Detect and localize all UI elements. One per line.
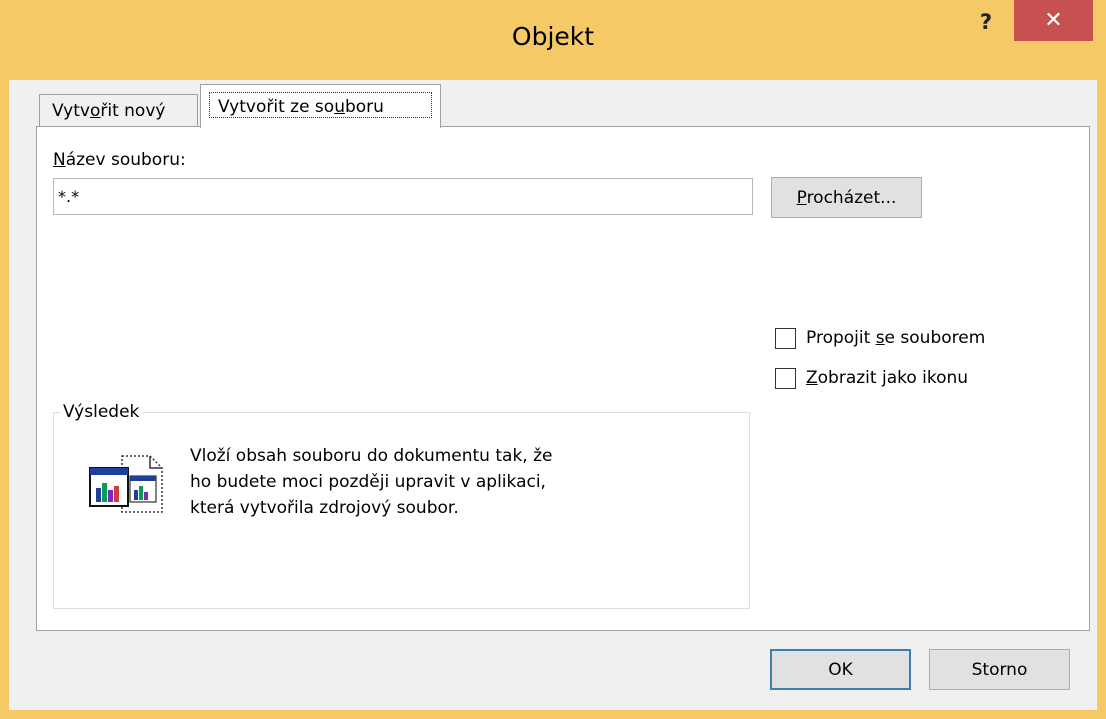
dialog-title: Objekt bbox=[511, 22, 595, 51]
tab-focus-rect: Vytvořit ze souboru bbox=[209, 92, 432, 118]
filename-input[interactable] bbox=[53, 178, 753, 215]
result-legend: Výsledek bbox=[60, 402, 143, 422]
help-button[interactable]: ? bbox=[970, 6, 1002, 38]
display-as-icon-label[interactable]: Zobrazit jako ikonu bbox=[806, 368, 968, 388]
title-bar[interactable]: Objekt ? ✕ bbox=[0, 0, 1106, 80]
filename-label: Název souboru: bbox=[53, 150, 186, 170]
close-icon: ✕ bbox=[1044, 8, 1063, 33]
ok-button[interactable]: OK bbox=[770, 649, 911, 690]
cancel-button[interactable]: Storno bbox=[929, 649, 1070, 690]
embedded-document-icon bbox=[86, 450, 166, 518]
close-button[interactable]: ✕ bbox=[1014, 0, 1093, 41]
browse-button[interactable]: Procházet... bbox=[771, 177, 922, 218]
link-to-file-checkbox[interactable] bbox=[775, 328, 796, 349]
display-as-icon-checkbox[interactable] bbox=[775, 368, 796, 389]
tab-create-from-file[interactable]: Vytvořit ze souboru bbox=[200, 84, 441, 128]
link-to-file-label[interactable]: Propojit se souborem bbox=[806, 328, 985, 348]
result-description: Vloží obsah souboru do dokumentu tak, že… bbox=[190, 446, 553, 518]
tab-create-new[interactable]: Vytvořit nový bbox=[39, 94, 198, 126]
